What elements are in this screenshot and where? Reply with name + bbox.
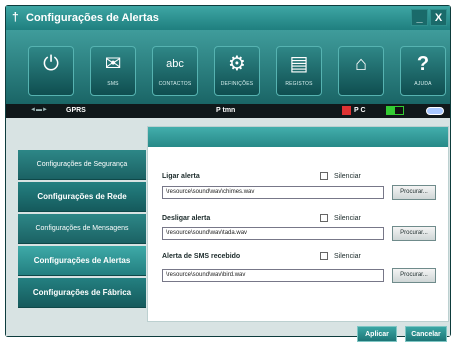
power-off-alert-label: Desligar alerta [162,215,211,222]
sms-received-silence-label: Silenciar [334,253,361,260]
settings-label: DEFINIÇÕES [220,81,254,87]
contacts-icon: abc [166,58,184,70]
contacts-label: CONTACTOS [158,81,192,87]
title-bar: † Configurações de Alertas _ X [6,6,450,30]
app-logo-icon: † [12,10,19,24]
power-on-sound-path-input[interactable]: \resource\sound\wav\chimes.wav [162,186,384,199]
sms-received-silence-checkbox[interactable] [320,252,328,260]
signal-icon: ◄▬► [30,107,48,113]
settings-button[interactable]: ⚙ DEFINIÇÕES [214,46,260,96]
power-on-silence-checkbox[interactable] [320,172,328,180]
message-indicator-icon [426,107,444,115]
records-label: REGISTOS [285,81,313,87]
power-off-silence-checkbox[interactable] [320,214,328,222]
power-on-silence-label: Silenciar [334,173,361,180]
content-area: Configurações de Segurança Configurações… [6,118,450,342]
status-bar: ◄▬► GPRS P tmn P C [6,104,450,118]
pc-connection-icon [342,106,351,115]
network-type: GPRS [66,107,86,114]
power-off-sound-path-input[interactable]: \resource\sound\wav\tada.wav [162,227,384,240]
sms-label: SMS [107,81,119,87]
home-button[interactable]: ⌂ [338,46,384,96]
help-label: AJUDA [414,81,432,87]
power-on-browse-button[interactable]: Procurar... [392,185,436,200]
panel-header [148,127,448,147]
power-button[interactable]: ⏻ [28,46,74,96]
battery-icon [386,106,404,115]
sidebar-item-alerts[interactable]: Configurações de Alertas [18,246,146,276]
settings-sidebar: Configurações de Segurança Configurações… [18,126,146,308]
sms-received-sound-path-input[interactable]: \resource\sound\wav\bird.wav [162,269,384,282]
sms-received-browse-button[interactable]: Procurar... [392,268,436,283]
records-icon: ▤ [289,53,309,75]
home-icon: ⌂ [354,53,368,75]
cancel-button[interactable]: Cancelar [405,326,447,342]
apply-button[interactable]: Aplicar [357,326,397,342]
sms-received-alert-label: Alerta de SMS recebido [162,253,241,260]
close-button[interactable]: X [430,9,447,26]
app-window: † Configurações de Alertas _ X ⏻ ✉ SMS a… [5,5,451,342]
power-icon: ⏻ [43,53,59,75]
minimize-button[interactable]: _ [411,9,428,26]
sms-button[interactable]: ✉ SMS [90,46,136,96]
power-on-alert-label: Ligar alerta [162,173,200,180]
sidebar-item-security[interactable]: Configurações de Segurança [18,150,146,180]
records-button[interactable]: ▤ REGISTOS [276,46,322,96]
settings-icon: ⚙ [228,53,246,75]
alerts-panel: Ligar alerta Silenciar \resource\sound\w… [147,126,449,322]
sidebar-item-network[interactable]: Configurações de Rede [18,182,146,212]
help-icon: ? [416,53,430,75]
power-off-browse-button[interactable]: Procurar... [392,226,436,241]
toolbar: ⏻ ✉ SMS abc CONTACTOS ⚙ DEFINIÇÕES ▤ REG… [6,30,450,104]
operator-name: P tmn [216,107,236,114]
sidebar-item-messages[interactable]: Configurações de Mensagens [18,214,146,244]
contacts-button[interactable]: abc CONTACTOS [152,46,198,96]
pc-label: P C [354,107,366,114]
help-button[interactable]: ? AJUDA [400,46,446,96]
sidebar-item-factory[interactable]: Configurações de Fábrica [18,278,146,308]
power-off-silence-label: Silenciar [334,215,361,222]
sms-envelope-icon: ✉ [104,53,122,75]
window-title: Configurações de Alertas [26,12,159,24]
